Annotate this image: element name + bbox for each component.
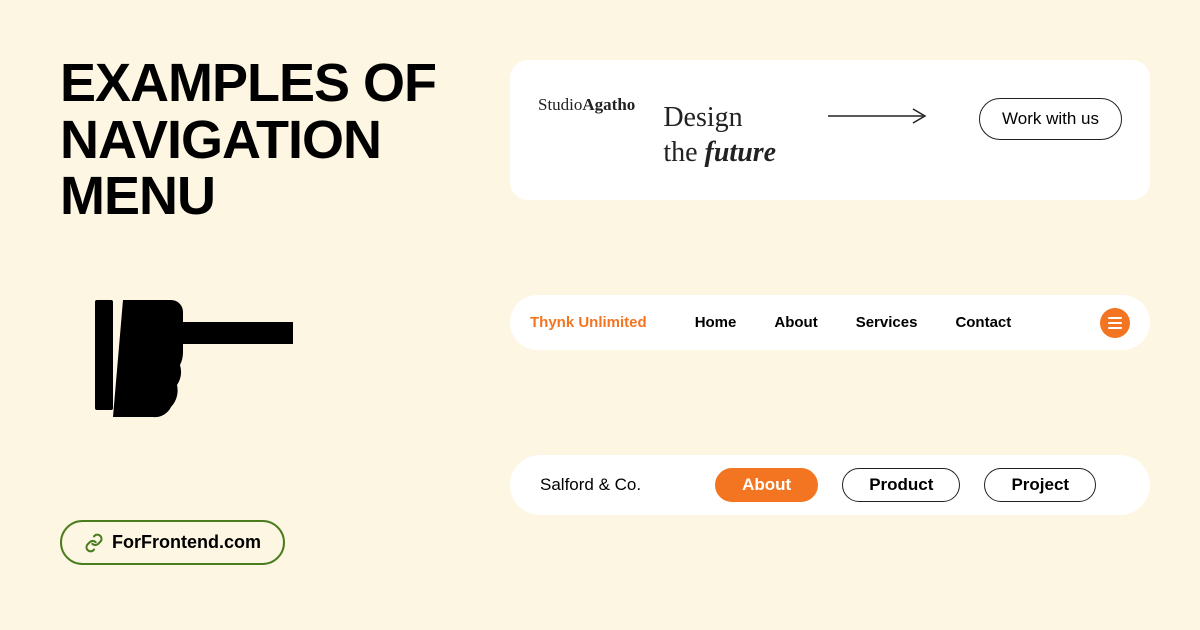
hamburger-menu-icon[interactable]	[1100, 308, 1130, 338]
link-icon	[84, 533, 104, 553]
site-link-label: ForFrontend.com	[112, 532, 261, 553]
arrow-right-icon	[804, 90, 951, 124]
nav-item-contact[interactable]: Contact	[955, 314, 1011, 331]
nav-example-1: StudioAgatho Design the future Work with…	[510, 60, 1150, 200]
pill-product[interactable]: Product	[842, 468, 960, 502]
nav-example-3: Salford & Co. About Product Project	[510, 455, 1150, 515]
work-with-us-button[interactable]: Work with us	[979, 98, 1122, 140]
site-link[interactable]: ForFrontend.com	[60, 520, 285, 565]
nav-item-services[interactable]: Services	[856, 314, 918, 331]
salford-logo: Salford & Co.	[540, 475, 641, 495]
pointing-hand-icon	[95, 280, 305, 430]
studio-logo: StudioAgatho	[538, 90, 635, 115]
nav-example-2: Thynk Unlimited Home About Services Cont…	[510, 295, 1150, 350]
nav-item-about[interactable]: About	[774, 314, 817, 331]
pill-about[interactable]: About	[715, 468, 818, 502]
nav-item-home[interactable]: Home	[695, 314, 737, 331]
tagline: Design the future	[663, 90, 776, 170]
page-title: EXAMPLES OF NAVIGATION MENU	[60, 55, 440, 225]
thynk-logo: Thynk Unlimited	[530, 314, 647, 331]
pill-project[interactable]: Project	[984, 468, 1096, 502]
